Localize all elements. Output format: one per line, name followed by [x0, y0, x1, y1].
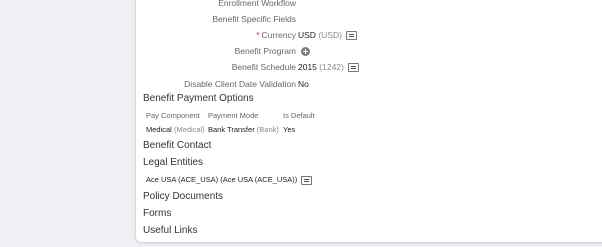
disable-client-date-validation-label: Disable Client Date Validation	[184, 79, 296, 89]
forms-title: Forms	[143, 208, 172, 219]
pay-component-header: Pay Component	[146, 111, 200, 120]
legal-entity-details-icon[interactable]	[301, 175, 313, 185]
disable-client-date-validation-row: Disable Client Date Validation No	[136, 77, 602, 91]
enrollment-workflow-row: Enrollment Workflow	[136, 0, 602, 10]
benefit-specific-fields-label: Benefit Specific Fields	[212, 14, 296, 24]
pay-component-code: (Medical)	[173, 125, 205, 134]
is-default-header: Is Default	[283, 111, 315, 120]
benefit-payment-options-title: Benefit Payment Options	[143, 93, 254, 104]
benefit-details-panel: Enrollment Workflow Benefit Specific Fie…	[135, 0, 602, 243]
useful-links-title: Useful Links	[143, 225, 198, 236]
benefit-schedule-value: 2015 (1242)	[298, 60, 360, 74]
currency-details-icon[interactable]	[346, 31, 358, 41]
currency-label-text: Currency	[261, 30, 296, 40]
pay-component-value: Medical	[146, 125, 172, 134]
currency-value-text: USD	[298, 30, 316, 40]
disable-client-date-validation-value: No	[298, 79, 309, 89]
benefit-schedule-row: Benefit Schedule 2015 (1242)	[136, 60, 602, 74]
enrollment-workflow-label: Enrollment Workflow	[218, 0, 296, 8]
pay-component-cell: Medical (Medical)	[146, 125, 205, 134]
currency-row: * Currency USD (USD)	[136, 28, 602, 42]
required-mark: *	[256, 30, 260, 40]
benefit-schedule-details-icon[interactable]	[348, 63, 360, 73]
benefit-schedule-label: Benefit Schedule	[231, 62, 296, 72]
payment-mode-value: Bank Transfer	[208, 125, 255, 134]
legal-entity-item: Ace USA (ACE_USA) (Ace USA (ACE_USA))	[146, 175, 313, 185]
benefit-specific-fields-row: Benefit Specific Fields	[136, 12, 602, 26]
benefit-program-label: Benefit Program	[234, 46, 296, 56]
legal-entities-title: Legal Entities	[143, 157, 204, 168]
payment-mode-code: (Bank)	[256, 125, 279, 134]
payment-mode-cell: Bank Transfer (Bank)	[208, 125, 279, 134]
benefit-schedule-code: (1242)	[319, 62, 344, 72]
currency-value: USD (USD)	[298, 28, 358, 42]
currency-code: (USD)	[318, 30, 342, 40]
add-circle-icon[interactable]	[301, 47, 310, 57]
policy-documents-title: Policy Documents	[143, 191, 224, 202]
payment-mode-header: Payment Mode	[208, 111, 259, 120]
benefit-schedule-value-text: 2015	[298, 62, 317, 72]
legal-entity-text: Ace USA (ACE_USA) (Ace USA (ACE_USA))	[146, 175, 298, 184]
is-default-cell: Yes	[283, 125, 296, 134]
benefit-program-value	[301, 44, 310, 58]
currency-label: * Currency	[256, 28, 296, 42]
benefit-contact-title: Benefit Contact	[143, 140, 212, 151]
benefit-program-row: Benefit Program	[136, 44, 602, 58]
